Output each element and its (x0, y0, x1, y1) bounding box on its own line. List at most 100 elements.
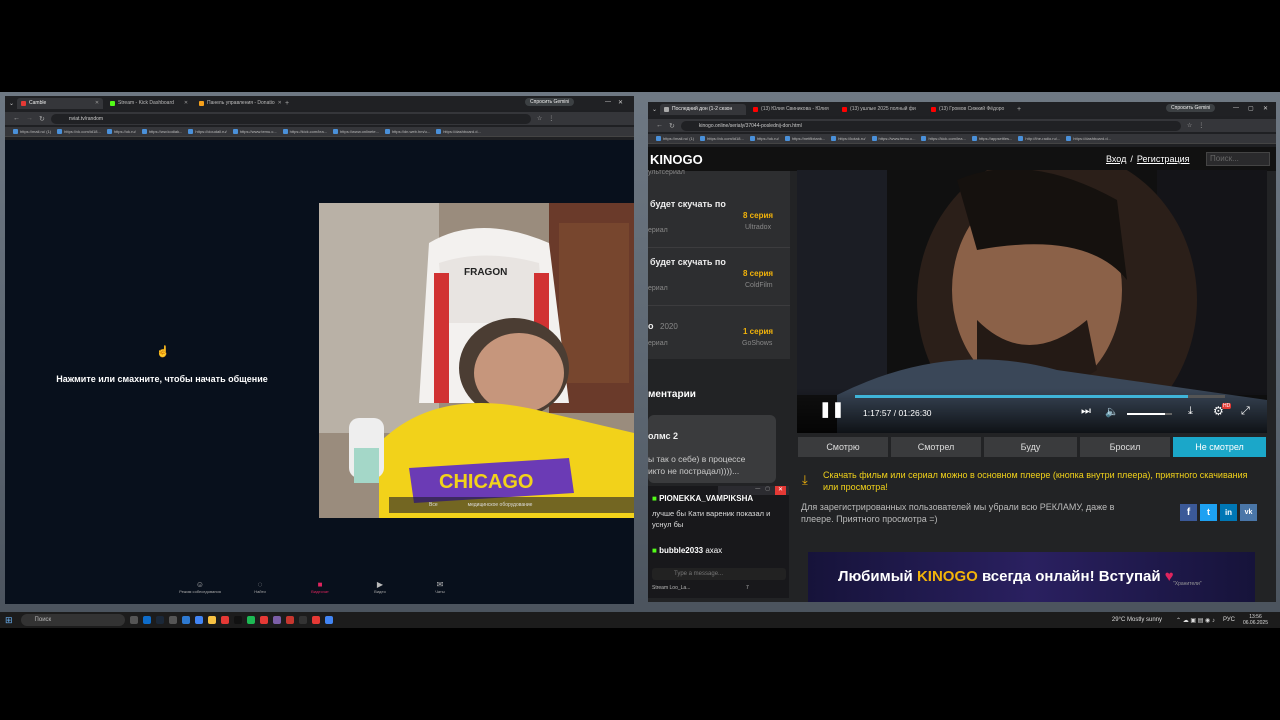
bottom-nav-item[interactable]: ☺ Режим собеседования (175, 580, 225, 600)
list-item-title[interactable]: о (648, 321, 654, 331)
progress-bar[interactable] (855, 395, 1225, 398)
url-field[interactable]: nviat.tv/random (50, 113, 531, 124)
register-link[interactable]: Регистрация (1137, 154, 1190, 164)
browser-icon[interactable] (181, 616, 190, 624)
bookmark-item[interactable]: https://dashboard.d... (436, 129, 481, 134)
bookmark-item[interactable]: https://www.temu.c... (871, 136, 915, 141)
fullscreen-icon[interactable]: ⤢ (1241, 405, 1250, 418)
facebook-icon[interactable]: f (1180, 504, 1197, 521)
back-icon[interactable]: ← (13, 115, 20, 122)
tab-search-icon[interactable]: ⌄ (652, 106, 657, 113)
status-tab-watched[interactable]: Смотрел (891, 437, 981, 457)
video-player[interactable]: ❚❚ 1:17:57 / 01:26:30 ⏭ 🔈 ⤓ ⚙ HD ⤢ (797, 170, 1267, 433)
steam-icon[interactable] (155, 616, 164, 624)
task-view-icon[interactable] (129, 616, 138, 624)
app-icon[interactable] (298, 616, 307, 624)
opera-icon[interactable] (311, 616, 320, 624)
bookmark-item[interactable]: https://vk.com/id18... (700, 136, 744, 141)
maximize-icon[interactable]: ▢ (765, 486, 770, 495)
app-icon[interactable] (259, 616, 268, 624)
start-prompt[interactable]: Нажмите или смахните, чтобы начать общен… (5, 374, 319, 384)
reload-icon[interactable]: ↻ (669, 122, 675, 130)
menu-icon[interactable]: ⋮ (548, 115, 554, 122)
app-icon[interactable] (168, 616, 177, 624)
left-tab-0[interactable]: Camble ✕ (17, 97, 104, 109)
twitter-icon[interactable]: t (1200, 504, 1217, 521)
taskbar-search[interactable]: Поиск (20, 614, 125, 626)
app-icon[interactable] (220, 616, 229, 624)
app-icon[interactable] (246, 616, 255, 624)
star-icon[interactable]: ☆ (537, 115, 542, 122)
bookmark-item[interactable]: https://www.onlinete... (333, 129, 379, 134)
chat-username[interactable]: PIONEKKA_VAMPIKSHA (659, 494, 753, 503)
bookmark-item[interactable]: https://dn.web.hm/u... (384, 129, 430, 134)
bookmark-item[interactable]: https://netflixtank... (784, 136, 825, 141)
bookmark-item[interactable]: https://ok.ru/ (106, 129, 136, 134)
download-video-icon[interactable]: ⤓ (1188, 405, 1193, 418)
right-tab-3[interactable]: (13) Громов Сижкий Фёдоро (927, 104, 1013, 115)
folder-icon[interactable] (207, 616, 216, 624)
tab-search-icon[interactable]: ⌄ (9, 100, 14, 107)
chat-username[interactable]: bubble2033 (659, 546, 703, 555)
right-tab-1[interactable]: (13) Юлия Свиникова - Юлия (749, 104, 835, 115)
close-window-icon[interactable]: ✕ (618, 99, 623, 106)
next-icon[interactable]: ⏭ (1081, 405, 1091, 418)
bookmark-item[interactable]: https://kick.com/lea... (921, 136, 966, 141)
clock[interactable]: 13:56 06.06.2025 (1243, 614, 1268, 626)
close-tab-icon[interactable]: ✕ (95, 98, 99, 109)
bookmark-item[interactable]: https://dashboard.d... (1066, 136, 1111, 141)
chrome-icon[interactable] (324, 616, 333, 624)
chrome-icon[interactable] (194, 616, 203, 624)
bookmark-item[interactable]: https://ok.ru/ (749, 136, 779, 141)
status-tab-not-watched[interactable]: Не смотрел (1173, 437, 1266, 457)
back-icon[interactable]: ← (656, 122, 663, 129)
tiktok-icon[interactable] (233, 616, 242, 624)
list-item-title[interactable]: будет скучать по (650, 199, 726, 209)
bottom-nav-item[interactable]: ■ Видеочат (295, 580, 345, 600)
status-tab-will-watch[interactable]: Буду (984, 437, 1077, 457)
vk-icon[interactable]: vk (1240, 504, 1257, 521)
bookmark-item[interactable]: http://the-radio.ru/... (1018, 136, 1060, 141)
minimize-icon[interactable]: — (755, 486, 760, 495)
close-tab-icon[interactable]: ✕ (184, 98, 188, 109)
bookmark-item[interactable]: https://mail.ru/ (1) (656, 136, 694, 141)
gemini-button[interactable]: Спросить Gemini (525, 98, 575, 106)
volume-icon[interactable]: 🔈 (1105, 405, 1119, 418)
chat-input[interactable]: Type a message... (652, 568, 786, 580)
right-tab-2[interactable]: (13) ушлые 2025 полный фи (838, 104, 924, 115)
tray-icons[interactable]: ⌃ ☁ ▣ ▤ ◉ ♪ (1176, 617, 1215, 624)
minimize-icon[interactable]: — (605, 99, 611, 105)
new-tab-icon[interactable]: + (1017, 106, 1021, 113)
bottom-nav-item[interactable]: ◌ Найти (235, 580, 285, 600)
reload-icon[interactable]: ↻ (39, 115, 45, 123)
start-icon[interactable]: ⊞ (5, 615, 13, 626)
bookmark-item[interactable]: https://ww.kodiak... (141, 129, 182, 134)
kinogo-logo[interactable]: KINOGO (650, 152, 703, 167)
weather[interactable]: 29°C Mostly sunny (1112, 617, 1162, 623)
forward-icon[interactable]: → (26, 115, 33, 122)
login-link[interactable]: Вход (1106, 154, 1126, 164)
url-field[interactable]: kinogo.online/serialy/37044-poslednij-do… (680, 120, 1181, 131)
bookmark-item[interactable]: https://kick.com/lea... (282, 129, 327, 134)
minimize-icon[interactable]: — (1233, 105, 1239, 111)
search-input[interactable]: Поиск... (1206, 152, 1270, 166)
bottom-nav-item[interactable]: ▶ Видео (355, 580, 405, 600)
list-item-title[interactable]: будет скучать по (650, 257, 726, 267)
bookmark-item[interactable]: https://mail.ru/ (1) (13, 129, 51, 134)
app-icon[interactable] (285, 616, 294, 624)
edge-icon[interactable] (142, 616, 151, 624)
app-icon[interactable] (272, 616, 281, 624)
maximize-icon[interactable]: ▢ (1248, 105, 1254, 112)
pause-icon[interactable]: ❚❚ (819, 400, 844, 418)
linkedin-icon[interactable]: in (1220, 504, 1237, 521)
bookmark-item[interactable]: https://cioudall.ru/ (188, 129, 227, 134)
language-indicator[interactable]: РУС (1223, 617, 1235, 623)
bookmark-item[interactable]: https://appsettles... (971, 136, 1012, 141)
volume-slider[interactable] (1127, 413, 1172, 415)
right-tab-0[interactable]: Последний дон (1-2 сезон (660, 103, 747, 115)
bottom-nav-item[interactable]: ✉ Чаты (415, 580, 465, 600)
new-tab-icon[interactable]: + (285, 100, 289, 107)
status-tab-dropped[interactable]: Бросил (1080, 437, 1170, 457)
left-tab-1[interactable]: Stream - Kick Dashboard ✕ (106, 98, 192, 109)
gemini-button[interactable]: Спросить Gemini (1166, 104, 1216, 112)
